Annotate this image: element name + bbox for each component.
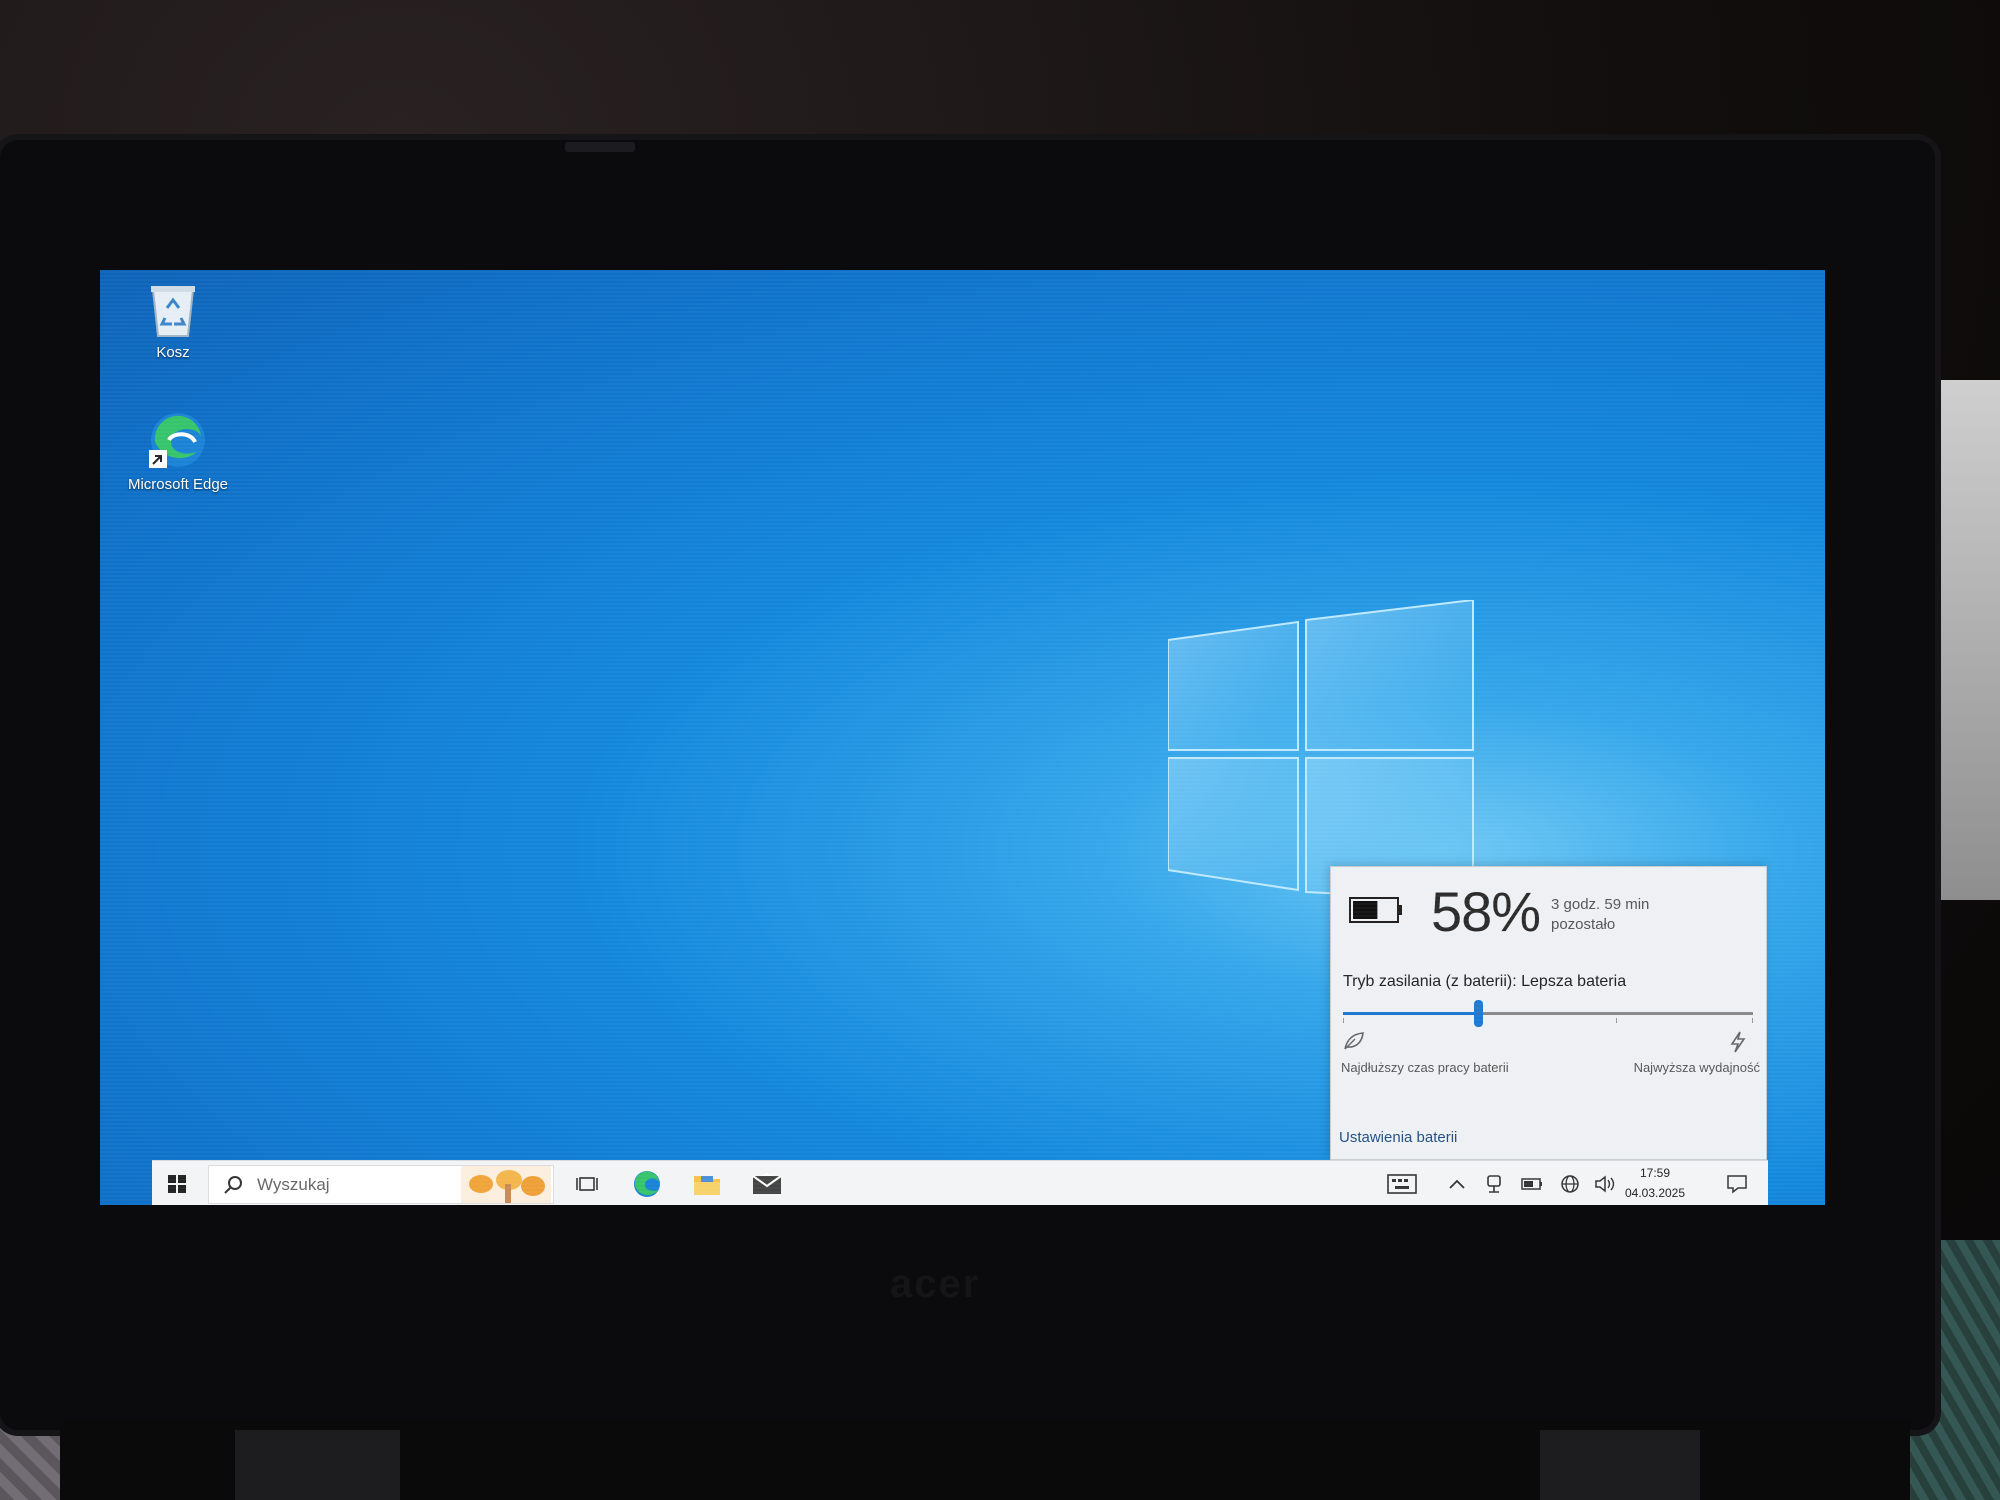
notification-icon xyxy=(1727,1174,1747,1194)
slider-tick xyxy=(1343,1018,1344,1023)
battery-flyout: 58% 3 godz. 59 min pozostało Tryb zasila… xyxy=(1330,866,1767,1160)
start-button[interactable] xyxy=(152,1161,202,1205)
taskbar-edge[interactable] xyxy=(622,1161,672,1205)
search-icon xyxy=(224,1176,242,1194)
background-wall xyxy=(1930,380,2000,900)
taskbar: Wyszukaj 17:59 04.03.2025 xyxy=(152,1160,1768,1205)
windows-logo-wallpaper xyxy=(1168,600,1474,900)
battery-time-line: pozostało xyxy=(1551,916,1616,933)
search-box[interactable]: Wyszukaj xyxy=(208,1165,554,1204)
meet-now-button[interactable] xyxy=(1477,1161,1511,1205)
taskbar-file-explorer[interactable] xyxy=(682,1161,732,1205)
mail-icon xyxy=(752,1172,782,1194)
slider-tick xyxy=(1752,1018,1753,1023)
search-placeholder: Wyszukaj xyxy=(257,1175,330,1194)
chevron-up-icon xyxy=(1449,1179,1465,1189)
slider-tick xyxy=(1616,1018,1617,1023)
desktop-screen: Kosz Microsoft Edge 58% 3 godz. 59 min p… xyxy=(100,270,1825,1205)
svg-text:acer: acer xyxy=(890,1265,980,1305)
lightning-icon xyxy=(1730,1031,1746,1053)
task-view-icon xyxy=(576,1176,598,1191)
network-button[interactable] xyxy=(1552,1161,1588,1205)
file-explorer-icon xyxy=(694,1175,720,1195)
leaf-icon xyxy=(1344,1032,1364,1050)
desktop-icon-recycle-bin[interactable]: Kosz xyxy=(113,282,233,361)
volume-button[interactable] xyxy=(1588,1161,1622,1205)
clock-time: 17:59 xyxy=(1639,1166,1671,1180)
network-icon xyxy=(1561,1174,1579,1193)
slider-label-left: Najdłuższy czas pracy baterii xyxy=(1341,1060,1509,1075)
search-highlight-icon xyxy=(461,1166,551,1203)
action-center-button[interactable] xyxy=(1712,1161,1762,1205)
recycle-bin-icon xyxy=(151,286,195,337)
touch-keyboard-button[interactable] xyxy=(1382,1161,1422,1205)
clock-date: 04.03.2025 xyxy=(1624,1186,1686,1200)
power-mode-slider[interactable] xyxy=(1343,1000,1753,1027)
slider-fill xyxy=(1343,1012,1479,1015)
battery-settings-link[interactable]: Ustawienia baterii xyxy=(1339,1129,1457,1146)
battery-time-line: 3 godz. 59 min xyxy=(1551,896,1650,913)
battery-icon xyxy=(1521,1177,1542,1190)
clock[interactable]: 17:59 04.03.2025 xyxy=(1618,1163,1692,1203)
edge-icon xyxy=(149,413,205,468)
slider-label-right: Najwyższa wydajność xyxy=(1633,1060,1760,1075)
desktop-icon-edge[interactable]: Microsoft Edge xyxy=(118,410,238,493)
taskbar-mail[interactable] xyxy=(742,1161,792,1205)
slider-thumb[interactable] xyxy=(1474,1000,1484,1027)
laptop-hinge xyxy=(1540,1430,1700,1500)
show-hidden-icons-button[interactable] xyxy=(1442,1161,1472,1205)
power-mode-label: Tryb zasilania (z baterii): Lepsza bater… xyxy=(1343,973,1627,990)
desktop-icon-label: Kosz xyxy=(156,344,190,361)
battery-time-remaining: 3 godz. 59 min pozostało xyxy=(1551,895,1649,935)
laptop-brand-logo: acer xyxy=(890,1262,1040,1306)
battery-icon xyxy=(1349,897,1402,923)
keyboard-icon xyxy=(1387,1173,1417,1194)
battery-tray-button[interactable] xyxy=(1514,1161,1550,1205)
battery-percent: 58% xyxy=(1431,880,1541,943)
meet-now-icon xyxy=(1487,1174,1501,1193)
edge-icon xyxy=(634,1170,660,1197)
task-view-button[interactable] xyxy=(564,1161,610,1205)
start-icon xyxy=(168,1174,186,1193)
desktop-icon-label: Microsoft Edge xyxy=(127,476,229,493)
webcam xyxy=(565,142,635,152)
volume-icon xyxy=(1595,1174,1615,1193)
laptop-hinge xyxy=(235,1430,400,1500)
